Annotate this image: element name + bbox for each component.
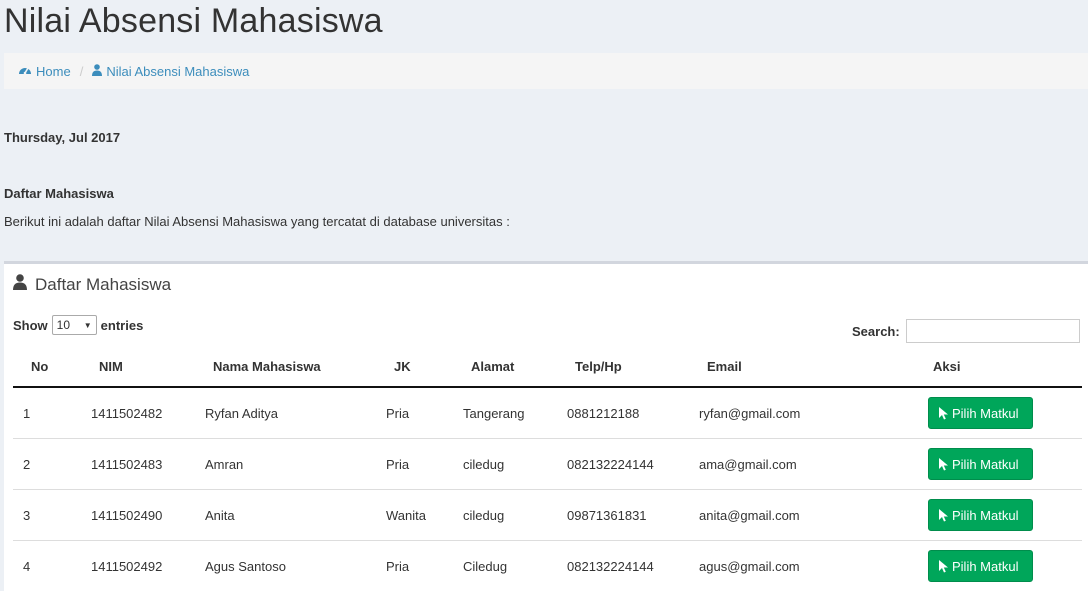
page-length-value: 10 bbox=[57, 318, 70, 332]
section-heading: Daftar Mahasiswa bbox=[4, 186, 114, 201]
search-control: Search: bbox=[852, 319, 1080, 343]
button-label: Pilih Matkul bbox=[952, 559, 1018, 574]
cell-aksi: Pilih Matkul bbox=[928, 541, 1082, 591]
button-label: Pilih Matkul bbox=[952, 508, 1018, 523]
student-table-box: Daftar Mahasiswa Show 10 ▼ entries Searc… bbox=[4, 261, 1088, 591]
cell-no: 1 bbox=[13, 387, 91, 439]
student-table: No NIM Nama Mahasiswa JK Alamat Telp/Hp … bbox=[13, 346, 1082, 591]
table-row: 1 1411502482 Ryfan Aditya Pria Tangerang… bbox=[13, 387, 1082, 439]
cursor-icon bbox=[939, 509, 948, 522]
table-row: 3 1411502490 Anita Wanita ciledug 098713… bbox=[13, 490, 1082, 541]
cell-nama: Anita bbox=[205, 490, 386, 541]
entries-label: entries bbox=[101, 318, 144, 333]
cell-nama: Agus Santoso bbox=[205, 541, 386, 591]
cell-email: ryfan@gmail.com bbox=[699, 387, 928, 439]
cell-telp: 0881212188 bbox=[567, 387, 699, 439]
cell-nim: 1411502482 bbox=[91, 387, 205, 439]
search-input[interactable] bbox=[906, 319, 1080, 343]
date-label: Thursday, Jul 2017 bbox=[4, 130, 120, 145]
page-length-select[interactable]: 10 ▼ bbox=[52, 315, 97, 335]
cell-alamat: ciledug bbox=[463, 439, 567, 490]
pilih-matkul-button[interactable]: Pilih Matkul bbox=[928, 499, 1033, 531]
dashboard-icon bbox=[18, 64, 32, 79]
pilih-matkul-button[interactable]: Pilih Matkul bbox=[928, 397, 1033, 429]
page-title: Nilai Absensi Mahasiswa bbox=[4, 2, 383, 41]
breadcrumb-current-label: Nilai Absensi Mahasiswa bbox=[106, 64, 249, 79]
cell-email: anita@gmail.com bbox=[699, 490, 928, 541]
column-header[interactable]: No bbox=[13, 346, 91, 387]
column-header[interactable]: Email bbox=[699, 346, 928, 387]
cell-nama: Ryfan Aditya bbox=[205, 387, 386, 439]
box-title-label: Daftar Mahasiswa bbox=[35, 275, 171, 295]
intro-text: Berikut ini adalah daftar Nilai Absensi … bbox=[4, 214, 510, 229]
cell-telp: 09871361831 bbox=[567, 490, 699, 541]
cursor-icon bbox=[939, 560, 948, 573]
user-icon bbox=[13, 274, 27, 295]
cell-jk: Wanita bbox=[386, 490, 463, 541]
show-label: Show bbox=[13, 318, 48, 333]
page-length-control: Show 10 ▼ entries bbox=[13, 315, 143, 335]
cell-jk: Pria bbox=[386, 439, 463, 490]
breadcrumb-home-label: Home bbox=[36, 64, 71, 79]
column-header[interactable]: Alamat bbox=[463, 346, 567, 387]
breadcrumb: Home / Nilai Absensi Mahasiswa bbox=[4, 53, 1088, 89]
cell-alamat: ciledug bbox=[463, 490, 567, 541]
cell-aksi: Pilih Matkul bbox=[928, 490, 1082, 541]
table-header-row: No NIM Nama Mahasiswa JK Alamat Telp/Hp … bbox=[13, 346, 1082, 387]
column-header[interactable]: NIM bbox=[91, 346, 205, 387]
cell-alamat: Ciledug bbox=[463, 541, 567, 591]
cell-no: 2 bbox=[13, 439, 91, 490]
search-label: Search: bbox=[852, 324, 900, 339]
cell-telp: 082132224144 bbox=[567, 439, 699, 490]
box-title: Daftar Mahasiswa bbox=[13, 274, 171, 295]
cell-nim: 1411502490 bbox=[91, 490, 205, 541]
breadcrumb-home-link[interactable]: Home bbox=[18, 64, 71, 79]
breadcrumb-current-link[interactable]: Nilai Absensi Mahasiswa bbox=[92, 64, 249, 79]
column-header[interactable]: Aksi bbox=[928, 346, 1082, 387]
column-header[interactable]: Nama Mahasiswa bbox=[205, 346, 386, 387]
column-header[interactable]: Telp/Hp bbox=[567, 346, 699, 387]
table-row: 2 1411502483 Amran Pria ciledug 08213222… bbox=[13, 439, 1082, 490]
column-header[interactable]: JK bbox=[386, 346, 463, 387]
button-label: Pilih Matkul bbox=[952, 406, 1018, 421]
cell-email: agus@gmail.com bbox=[699, 541, 928, 591]
cell-no: 4 bbox=[13, 541, 91, 591]
cell-no: 3 bbox=[13, 490, 91, 541]
cell-alamat: Tangerang bbox=[463, 387, 567, 439]
button-label: Pilih Matkul bbox=[952, 457, 1018, 472]
cell-nim: 1411502483 bbox=[91, 439, 205, 490]
cursor-icon bbox=[939, 407, 948, 420]
pilih-matkul-button[interactable]: Pilih Matkul bbox=[928, 448, 1033, 480]
cell-email: ama@gmail.com bbox=[699, 439, 928, 490]
cell-nama: Amran bbox=[205, 439, 386, 490]
cell-aksi: Pilih Matkul bbox=[928, 387, 1082, 439]
breadcrumb-separator: / bbox=[80, 64, 84, 79]
cursor-icon bbox=[939, 458, 948, 471]
user-icon bbox=[92, 64, 102, 79]
cell-aksi: Pilih Matkul bbox=[928, 439, 1082, 490]
cell-nim: 1411502492 bbox=[91, 541, 205, 591]
pilih-matkul-button[interactable]: Pilih Matkul bbox=[928, 550, 1033, 582]
table-row: 4 1411502492 Agus Santoso Pria Ciledug 0… bbox=[13, 541, 1082, 591]
cell-telp: 082132224144 bbox=[567, 541, 699, 591]
chevron-down-icon: ▼ bbox=[84, 321, 92, 330]
cell-jk: Pria bbox=[386, 541, 463, 591]
cell-jk: Pria bbox=[386, 387, 463, 439]
